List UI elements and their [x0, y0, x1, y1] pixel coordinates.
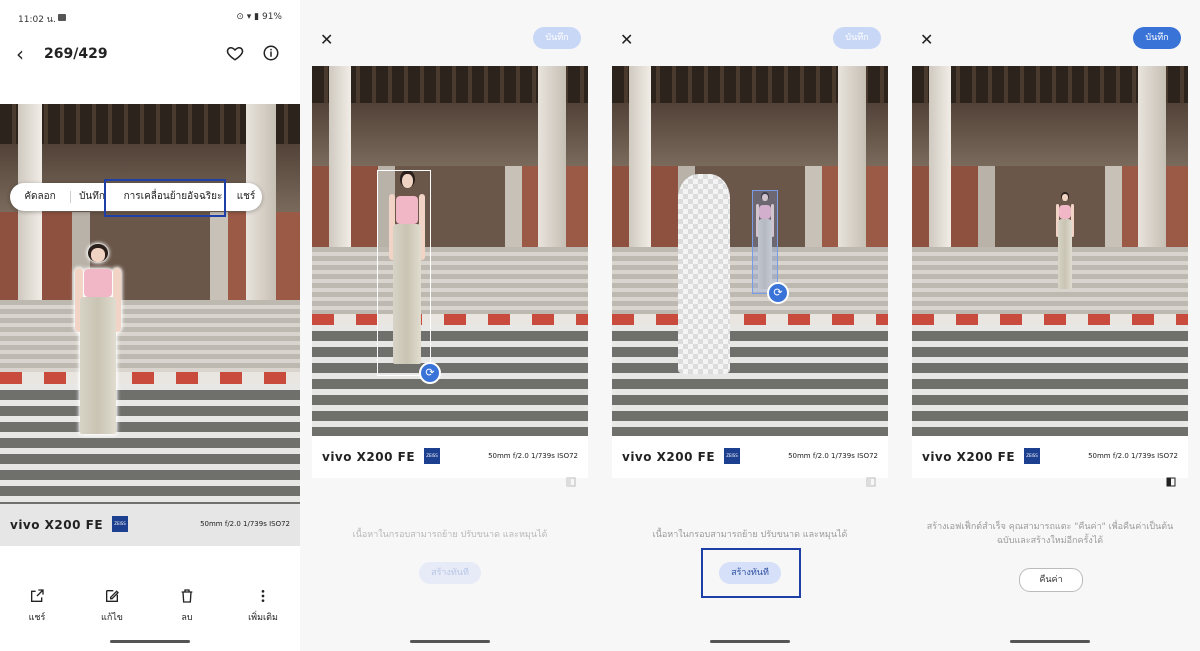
close-icon[interactable]: ✕ [320, 30, 333, 49]
more-label: เพิ่มเติม [248, 613, 278, 623]
wifi-icon: ▾ [246, 12, 252, 22]
zeiss-logo: ZEISS [1024, 448, 1040, 464]
edit-label: แก้ไข [101, 613, 123, 623]
compare-icon[interactable] [566, 472, 576, 487]
watermark-specs: 50mm f/2.0 1/739s ISO72 [788, 452, 878, 460]
gallery-viewer-screen: 11:02 น. ⊙ ▾ ▮ 91% ‹ 269/429 vivo X200 F… [0, 0, 300, 651]
smart-move-result-screen: ✕ บันทึก vivo X200 FE ZEISS 50mm f/2.0 1… [900, 0, 1200, 651]
gesture-bar [110, 640, 190, 643]
highlight-box-smart-move [104, 179, 226, 217]
battery-level: 91% [261, 12, 282, 22]
gesture-bar [1010, 640, 1090, 643]
smart-move-moved-screen: ✕ บันทึก ⟳ vivo X200 FE ZEISS 50mm f/2.0… [600, 0, 900, 651]
zeiss-logo: ZEISS [724, 448, 740, 464]
photo-image [0, 104, 300, 504]
watermark-brand: vivo X200 FE [322, 450, 416, 464]
battery-icon: ▮ [254, 12, 260, 22]
delete-button[interactable]: ลบ [162, 588, 212, 624]
compare-icon[interactable] [1166, 472, 1176, 487]
create-now-button[interactable]: สร้างทันที [419, 562, 481, 584]
watermark-brand: vivo X200 FE [622, 450, 716, 464]
subject-person [1052, 192, 1078, 292]
more-button[interactable]: เพิ่มเติม [238, 588, 288, 624]
edit-icon [87, 588, 137, 608]
share-label: แชร์ [28, 613, 46, 623]
save-button[interactable]: บันทึก [1133, 27, 1181, 49]
result-text-line-2: ฉบับและสร้างใหม่อีกครั้งได้ [996, 536, 1104, 546]
menu-share[interactable]: แชร์ [230, 183, 262, 211]
watermark-specs: 50mm f/2.0 1/739s ISO72 [488, 452, 578, 460]
smart-move-select-screen: ✕ บันทึก ⟳ vivo X200 FE ZEISS 50mm f/2.0… [300, 0, 600, 651]
gesture-bar [410, 640, 490, 643]
status-bar: 11:02 น. ⊙ ▾ ▮ 91% [18, 12, 282, 26]
photo-view[interactable]: ⟳ vivo X200 FE ZEISS 50mm f/2.0 1/739s I… [612, 66, 888, 478]
instruction-text: เนื้อหาในกรอบสามารถย้าย ปรับขนาด และหมุน… [652, 530, 848, 540]
watermark-brand: vivo X200 FE [10, 518, 104, 532]
subject-person [66, 244, 130, 440]
camera-watermark: vivo X200 FE ZEISS 50mm f/2.0 1/739s ISO… [612, 436, 888, 478]
status-time: 11:02 น. [18, 15, 56, 25]
info-icon[interactable] [262, 44, 280, 66]
back-arrow-icon[interactable]: ‹ [16, 42, 24, 66]
bottom-toolbar: แชร์ แก้ไข ลบ เพิ่มเติม [0, 588, 300, 628]
status-right: ⊙ ▾ ▮ 91% [236, 12, 282, 22]
close-icon[interactable]: ✕ [620, 30, 633, 49]
camera-watermark: vivo X200 FE ZEISS 50mm f/2.0 1/739s ISO… [0, 504, 300, 546]
highlight-box-create [701, 548, 801, 598]
screens-row: 11:02 น. ⊙ ▾ ▮ 91% ‹ 269/429 vivo X200 F… [0, 0, 1200, 651]
zeiss-logo: ZEISS [112, 516, 128, 532]
watermark-specs: 50mm f/2.0 1/739s ISO72 [1088, 452, 1178, 460]
photo-counter: 269/429 [44, 46, 108, 62]
share-icon [12, 588, 62, 608]
photo-image [912, 66, 1188, 436]
selection-frame[interactable] [377, 170, 431, 376]
selection-frame[interactable] [752, 190, 778, 294]
compare-icon[interactable] [866, 472, 876, 487]
rotate-icon[interactable]: ⟳ [419, 362, 441, 384]
heart-icon[interactable] [226, 44, 244, 66]
viewer-header: ‹ 269/429 [0, 40, 300, 70]
edit-button[interactable]: แก้ไข [87, 588, 137, 624]
notification-icon [58, 14, 66, 21]
gesture-bar [710, 640, 790, 643]
close-icon[interactable]: ✕ [920, 30, 933, 49]
photo-view[interactable]: vivo X200 FE ZEISS 50mm f/2.0 1/739s ISO… [0, 104, 300, 546]
restore-button[interactable]: คืนค่า [1019, 568, 1083, 592]
camera-watermark: vivo X200 FE ZEISS 50mm f/2.0 1/739s ISO… [312, 436, 588, 478]
result-text-line-1: สร้างเอฟเฟ็กต์สำเร็จ คุณสามารถแตะ "คืนค่… [926, 522, 1174, 532]
delete-label: ลบ [181, 613, 193, 623]
zeiss-logo: ZEISS [424, 448, 440, 464]
menu-copy[interactable]: คัดลอก [10, 183, 70, 211]
photo-image: ⟳ [312, 66, 588, 436]
photo-image: ⟳ [612, 66, 888, 436]
instruction-text: เนื้อหาในกรอบสามารถย้าย ปรับขนาด และหมุน… [352, 530, 548, 540]
save-button[interactable]: บันทึก [533, 27, 581, 49]
share-button[interactable]: แชร์ [12, 588, 62, 624]
alarm-icon: ⊙ [236, 12, 244, 22]
camera-watermark: vivo X200 FE ZEISS 50mm f/2.0 1/739s ISO… [912, 436, 1188, 478]
more-icon [238, 588, 288, 608]
photo-view[interactable]: ⟳ vivo X200 FE ZEISS 50mm f/2.0 1/739s I… [312, 66, 588, 478]
watermark-brand: vivo X200 FE [922, 450, 1016, 464]
delete-icon [162, 588, 212, 608]
photo-view[interactable]: vivo X200 FE ZEISS 50mm f/2.0 1/739s ISO… [912, 66, 1188, 478]
save-button[interactable]: บันทึก [833, 27, 881, 49]
rotate-icon[interactable]: ⟳ [767, 282, 789, 304]
removed-area [678, 174, 730, 374]
watermark-specs: 50mm f/2.0 1/739s ISO72 [200, 520, 290, 528]
